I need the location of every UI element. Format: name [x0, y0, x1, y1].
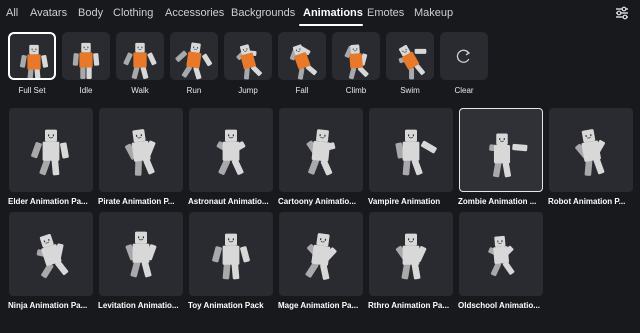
- avatar-thumbnail: [489, 133, 528, 178]
- avatar-thumbnail: [575, 129, 605, 176]
- slot-label: Full Set: [18, 86, 46, 95]
- catalog-item-label[interactable]: Oldschool Animatio...: [458, 301, 546, 310]
- slot-fall[interactable]: [278, 32, 326, 80]
- avatar-thumbnail: [216, 129, 246, 175]
- slot-label: Clear: [454, 86, 474, 95]
- tab-emotes[interactable]: Emotes: [367, 7, 404, 19]
- catalog-item-label[interactable]: Robot Animation P...: [548, 197, 636, 206]
- catalog-item-pirate-animation-p[interactable]: [99, 108, 183, 192]
- catalog-item-label[interactable]: Zombie Animation ...: [458, 197, 546, 206]
- catalog-item-label[interactable]: Astronaut Animatio...: [188, 197, 276, 206]
- slot-label: Jump: [238, 86, 258, 95]
- avatar-thumbnail: [344, 44, 369, 80]
- slot-label: Walk: [131, 86, 149, 95]
- tab-animations[interactable]: Animations: [303, 7, 363, 19]
- catalog-item-cartoony-animatio[interactable]: [279, 108, 363, 192]
- active-tab-underline: [299, 24, 363, 26]
- avatar-thumbnail: [123, 42, 157, 80]
- tab-all[interactable]: All: [6, 7, 18, 19]
- catalog-item-toy-animation-pack[interactable]: [189, 212, 273, 296]
- avatar-thumbnail: [36, 233, 69, 279]
- catalog-item-label[interactable]: Cartoony Animatio...: [278, 197, 366, 206]
- slot-jump[interactable]: [224, 32, 272, 80]
- avatar-thumbnail: [31, 129, 69, 176]
- sliders-icon: [616, 6, 628, 20]
- category-tab-bar: All Avatars Body Clothing Accessories Backgro…: [0, 0, 640, 28]
- avatar-thumbnail: [395, 129, 437, 176]
- slot-label: Climb: [345, 86, 367, 95]
- slot-walk[interactable]: [116, 32, 164, 80]
- avatar-thumbnail: [125, 129, 156, 176]
- slot-clear[interactable]: [440, 32, 488, 80]
- avatar-thumbnail: [125, 231, 157, 278]
- slot-climb[interactable]: [332, 32, 380, 80]
- avatar-thumbnail: [488, 235, 515, 277]
- catalog-item-levitation-animatio[interactable]: [99, 212, 183, 296]
- avatar-thumbnail: [72, 42, 100, 79]
- slot-swim[interactable]: [386, 32, 434, 80]
- avatar-thumbnail: [398, 44, 427, 80]
- avatar-thumbnail: [175, 42, 213, 80]
- slot-label: Fall: [295, 86, 309, 95]
- catalog-item-astronaut-animatio[interactable]: [189, 108, 273, 192]
- catalog-item-elder-animation-pa[interactable]: [9, 108, 93, 192]
- avatar-thumbnail: [19, 44, 49, 78]
- tab-body[interactable]: Body: [78, 7, 103, 19]
- tab-clothing[interactable]: Clothing: [113, 7, 153, 19]
- catalog-item-oldschool-animatio[interactable]: [459, 212, 543, 296]
- avatar-thumbnail: [305, 233, 337, 280]
- catalog-item-label[interactable]: Ninja Animation Pa...: [8, 301, 96, 310]
- avatar-thumbnail: [306, 129, 336, 176]
- catalog-item-label[interactable]: Pirate Animation P...: [98, 197, 186, 206]
- catalog-item-label[interactable]: Toy Animation Pack: [188, 301, 276, 310]
- catalog-item-mage-animation-pa[interactable]: [279, 212, 363, 296]
- slot-run[interactable]: [170, 32, 218, 80]
- catalog-item-label[interactable]: Levitation Animatio...: [98, 301, 186, 310]
- catalog-item-vampire-animation[interactable]: [369, 108, 453, 192]
- slot-full-set[interactable]: [8, 32, 56, 80]
- catalog-item-ninja-animation-pa[interactable]: [9, 212, 93, 296]
- catalog-item-label[interactable]: Mage Animation Pa...: [278, 301, 366, 310]
- catalog-item-label[interactable]: Vampire Animation: [368, 197, 456, 206]
- slot-label: Swim: [400, 86, 420, 95]
- catalog-item-robot-animation-p[interactable]: [549, 108, 633, 192]
- avatar-thumbnail: [212, 233, 250, 280]
- slot-idle[interactable]: [62, 32, 110, 80]
- catalog-item-label[interactable]: Rthro Animation Pa...: [368, 301, 456, 310]
- slot-label: Run: [186, 86, 202, 95]
- avatar-thumbnail: [289, 44, 318, 80]
- tab-avatars[interactable]: Avatars: [30, 7, 67, 19]
- tab-accessories[interactable]: Accessories: [165, 7, 224, 19]
- catalog-item-label[interactable]: Elder Animation Pa...: [8, 197, 96, 206]
- tab-makeup[interactable]: Makeup: [414, 7, 453, 19]
- tab-backgrounds[interactable]: Backgrounds: [231, 7, 295, 19]
- refresh-icon: [456, 49, 471, 63]
- catalog-item-zombie-animation[interactable]: [459, 108, 543, 192]
- catalog-item-rthro-animation-pa[interactable]: [369, 212, 453, 296]
- avatar-thumbnail: [395, 233, 427, 280]
- slot-label: Idle: [79, 86, 93, 95]
- filter-button[interactable]: [614, 5, 630, 21]
- avatar-thumbnail: [236, 44, 262, 80]
